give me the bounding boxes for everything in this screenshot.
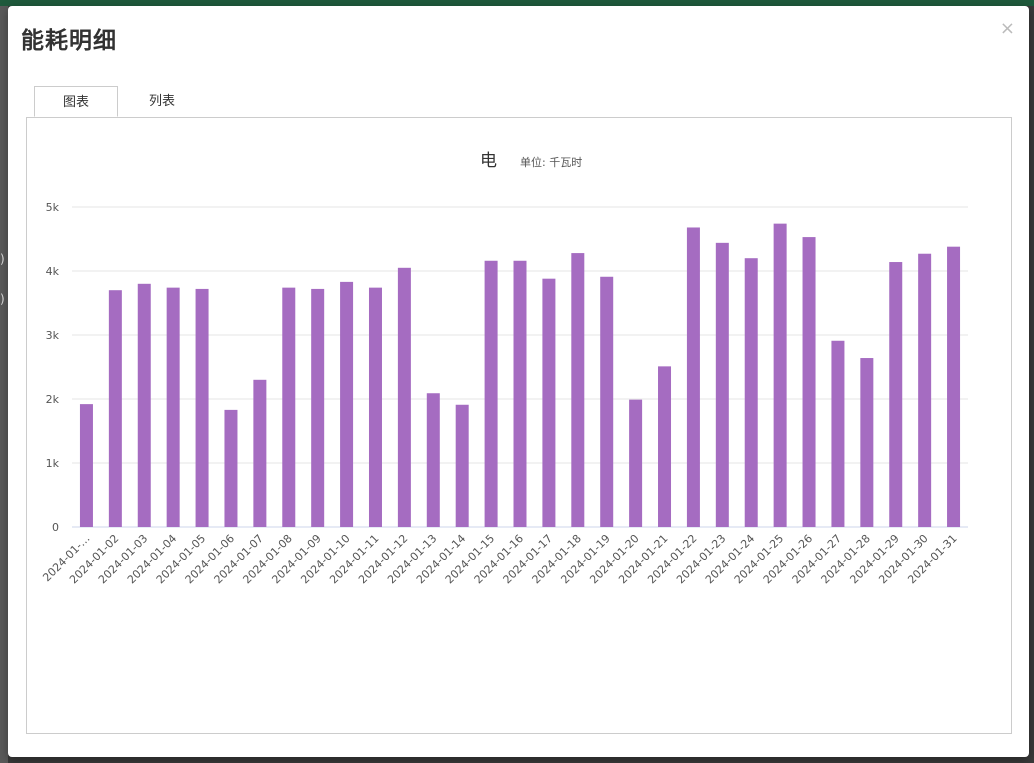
chart-panel: 电 单位: 千瓦时 0 1k 2k 3k 4k 5k 2024-01-… 2024-01-0… — [26, 117, 1012, 734]
y-tick-label: 4k — [46, 265, 60, 278]
bar[interactable] — [715, 242, 729, 527]
bar[interactable] — [455, 404, 469, 527]
y-tick-label: 0 — [52, 521, 59, 534]
bar[interactable] — [79, 404, 93, 527]
y-tick-label: 5k — [46, 201, 60, 214]
bar[interactable] — [195, 288, 209, 527]
bar[interactable] — [484, 260, 498, 527]
bar[interactable] — [513, 260, 527, 527]
bar[interactable] — [773, 223, 787, 527]
bar[interactable] — [224, 409, 238, 527]
bar[interactable] — [426, 393, 440, 527]
bar[interactable] — [166, 287, 180, 527]
bar[interactable] — [397, 267, 411, 527]
background-fragment: ) — [0, 292, 5, 306]
tab-list[interactable]: 列表 — [120, 86, 204, 117]
bar[interactable] — [918, 253, 932, 527]
bar[interactable] — [311, 288, 325, 527]
bar[interactable] — [571, 253, 585, 527]
modal-title: 能耗明细 — [21, 28, 117, 54]
bar[interactable] — [947, 246, 961, 527]
background-fragment: ) — [0, 252, 5, 266]
bar[interactable] — [108, 290, 122, 527]
bar[interactable] — [340, 281, 354, 527]
chart-title: 电 — [480, 151, 497, 171]
x-axis-ticks: 2024-01-…2024-01-022024-01-032024-01-042… — [40, 532, 959, 586]
bar[interactable] — [686, 227, 700, 527]
bar[interactable] — [629, 399, 643, 527]
bar[interactable] — [744, 258, 758, 527]
bar[interactable] — [542, 278, 556, 527]
chart-subtitle: 单位: 千瓦时 — [520, 155, 582, 169]
y-tick-label: 1k — [46, 457, 60, 470]
bar[interactable] — [368, 287, 382, 527]
tab-chart[interactable]: 图表 — [34, 86, 118, 117]
bar[interactable] — [282, 287, 296, 527]
bar[interactable] — [253, 379, 267, 527]
bar[interactable] — [137, 283, 151, 527]
bar[interactable] — [658, 366, 672, 527]
backdrop-strip — [0, 6, 8, 763]
bar[interactable] — [802, 237, 816, 527]
bar[interactable] — [600, 276, 614, 527]
bar[interactable] — [860, 358, 874, 527]
close-icon[interactable]: × — [1000, 20, 1015, 38]
y-axis-ticks: 0 1k 2k 3k 4k 5k — [46, 201, 60, 534]
y-tick-label: 2k — [46, 393, 60, 406]
bar[interactable] — [831, 340, 845, 527]
energy-detail-modal: 能耗明细 × 图表 列表 电 单位: 千瓦时 0 1k 2k 3k 4k 5k 2024-… — [8, 6, 1029, 757]
bar[interactable] — [889, 262, 903, 527]
bar-chart: 电 单位: 千瓦时 0 1k 2k 3k 4k 5k 2024-01-…2024-01-0… — [40, 151, 968, 586]
bar-series — [79, 223, 961, 527]
y-tick-label: 3k — [46, 329, 60, 342]
